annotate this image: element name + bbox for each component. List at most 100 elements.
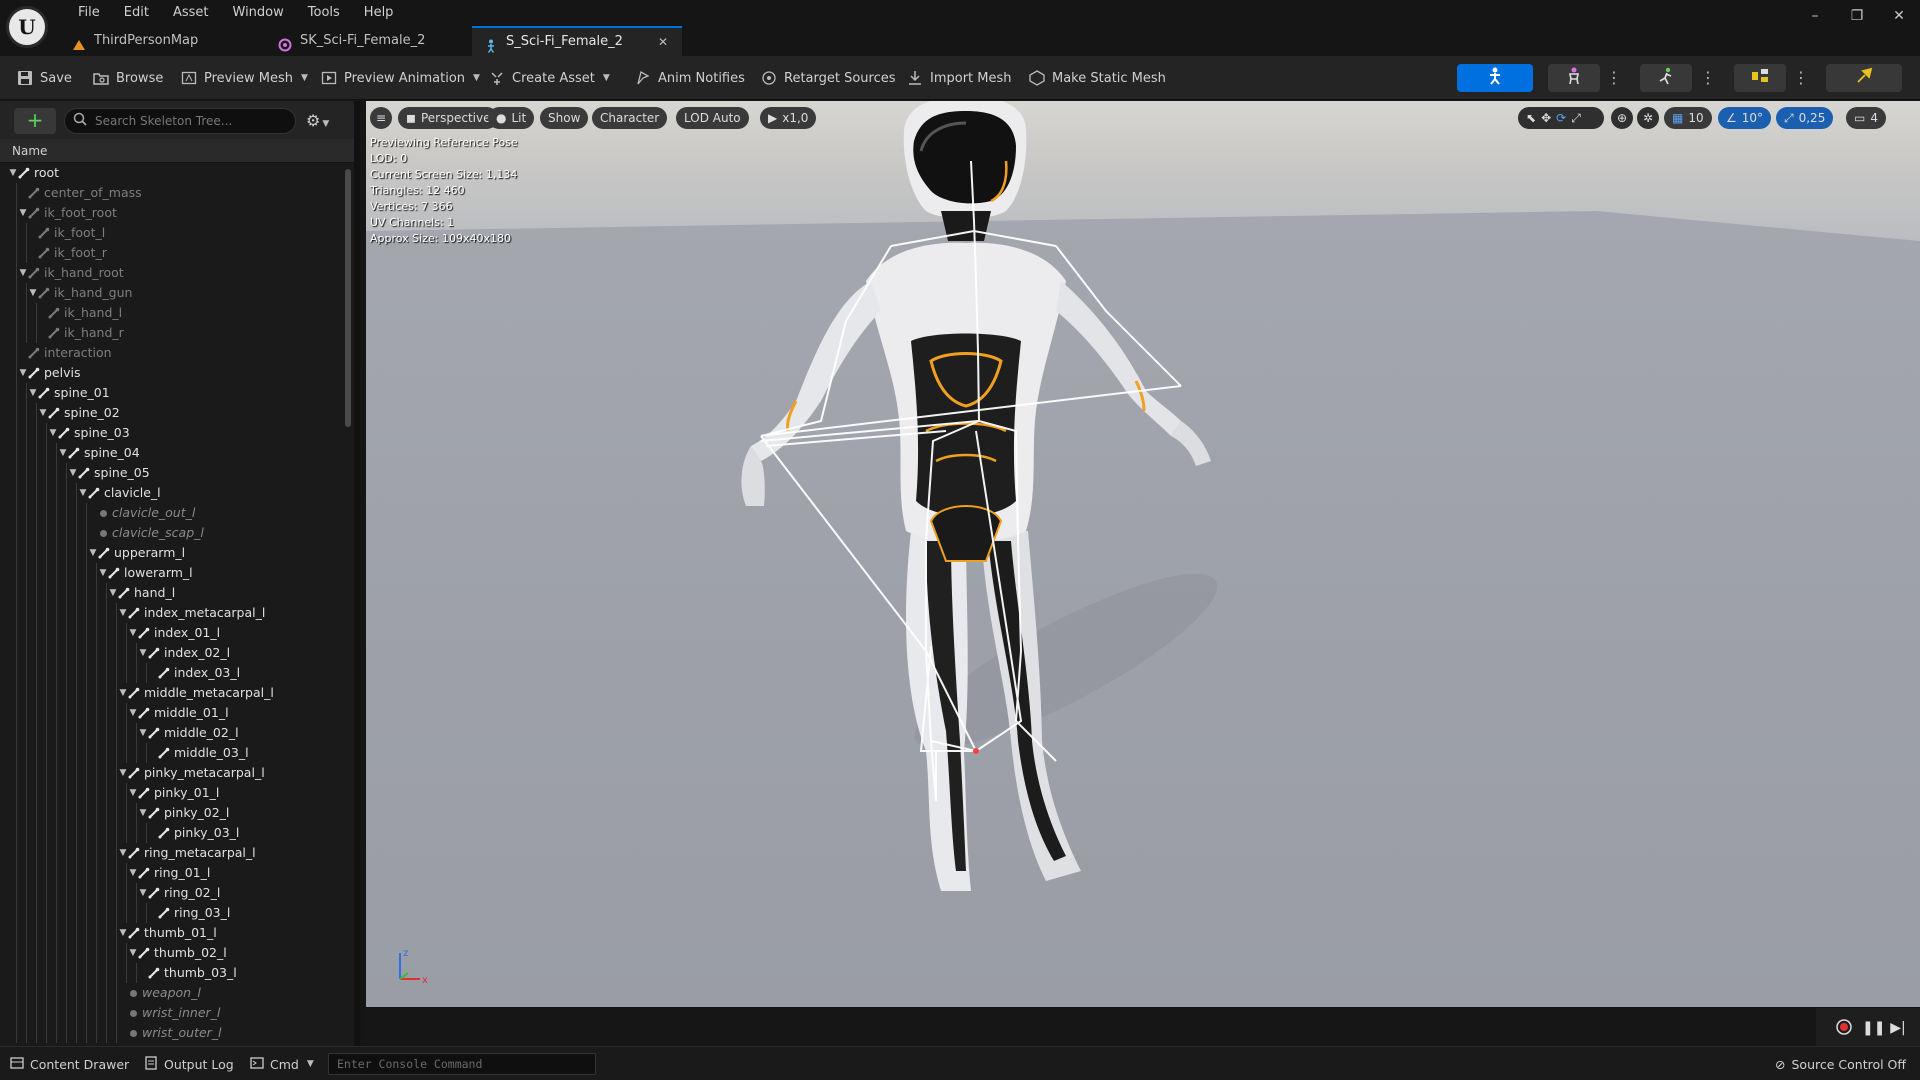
- physics-mode-button[interactable]: [1826, 64, 1902, 92]
- bone-row[interactable]: ▼ middle_metacarpal_l: [0, 683, 340, 703]
- tree-settings-button[interactable]: ⚙ ▼: [306, 111, 329, 130]
- pause-button[interactable]: ❚❚: [1862, 1018, 1885, 1038]
- bone-row[interactable]: center_of_mass: [0, 183, 340, 203]
- mesh-mode-button[interactable]: [1548, 64, 1600, 92]
- cmd-button[interactable]: Cmd ▼: [250, 1053, 314, 1075]
- bone-row[interactable]: ▼ spine_03: [0, 423, 340, 443]
- close-window-icon[interactable]: ✕: [1878, 0, 1920, 32]
- character-button[interactable]: Character: [592, 107, 668, 129]
- expand-arrow-icon[interactable]: ▼: [118, 843, 128, 863]
- socket-row[interactable]: weapon_l: [0, 983, 340, 1003]
- expand-arrow-icon[interactable]: ▼: [128, 943, 138, 963]
- name-column-header[interactable]: Name: [0, 139, 354, 163]
- socket-row[interactable]: clavicle_scap_l: [0, 523, 340, 543]
- bone-row[interactable]: ▼ thumb_02_l: [0, 943, 340, 963]
- tree-scrollbar[interactable]: [345, 169, 351, 427]
- blueprint-mode-button[interactable]: [1734, 64, 1786, 92]
- scale-snap-button[interactable]: ⤢ 0,25: [1776, 107, 1834, 129]
- step-forward-button[interactable]: ▶|: [1888, 1018, 1908, 1038]
- bone-row[interactable]: ▼ root: [0, 163, 340, 183]
- expand-arrow-icon[interactable]: ▼: [118, 923, 128, 943]
- bone-row[interactable]: ▼ index_02_l: [0, 643, 340, 663]
- bone-row[interactable]: ▼ index_01_l: [0, 623, 340, 643]
- expand-arrow-icon[interactable]: ▼: [118, 763, 128, 783]
- close-tab-icon[interactable]: ✕: [658, 27, 668, 57]
- rotation-snap-button[interactable]: ∠ 10°: [1718, 107, 1772, 129]
- bone-row[interactable]: ▼ pinky_01_l: [0, 783, 340, 803]
- perspective-button[interactable]: ◼ Perspective: [398, 107, 499, 129]
- lod-button[interactable]: LOD Auto: [676, 107, 749, 129]
- bone-row[interactable]: ▼ lowerarm_l: [0, 563, 340, 583]
- retarget-sources-button[interactable]: Retarget Sources: [760, 64, 896, 92]
- bone-row[interactable]: ring_03_l: [0, 903, 340, 923]
- expand-arrow-icon[interactable]: ▼: [68, 463, 78, 483]
- scale-icon[interactable]: ⤢: [1571, 107, 1581, 129]
- bone-row[interactable]: ▼ pinky_02_l: [0, 803, 340, 823]
- tab-skeletal-mesh[interactable]: SK_Sci-Fi_Female_2: [266, 26, 472, 56]
- bone-row[interactable]: pinky_03_l: [0, 823, 340, 843]
- expand-arrow-icon[interactable]: ▼: [38, 403, 48, 423]
- unreal-logo-icon[interactable]: U: [6, 6, 48, 48]
- expand-arrow-icon[interactable]: ▼: [48, 423, 58, 443]
- animation-mode-button[interactable]: [1640, 64, 1692, 92]
- animation-mode-options-icon[interactable]: ⋮: [1700, 64, 1716, 92]
- surface-snap-button[interactable]: ✲: [1637, 107, 1659, 129]
- socket-row[interactable]: wrist_outer_l: [0, 1023, 340, 1043]
- skeleton-mode-button[interactable]: [1457, 64, 1533, 92]
- expand-arrow-icon[interactable]: ▼: [78, 483, 88, 503]
- bone-row[interactable]: thumb_03_l: [0, 963, 340, 983]
- bone-row[interactable]: ▼ middle_02_l: [0, 723, 340, 743]
- tab-skeleton[interactable]: S_Sci-Fi_Female_2 ✕: [472, 26, 682, 56]
- expand-arrow-icon[interactable]: ▼: [18, 263, 28, 283]
- expand-arrow-icon[interactable]: ▼: [18, 363, 28, 383]
- bone-row[interactable]: middle_03_l: [0, 743, 340, 763]
- play-rate-button[interactable]: ▶ x1,0: [760, 107, 817, 129]
- select-icon[interactable]: ⬉: [1526, 107, 1536, 129]
- bone-row[interactable]: ▼ hand_l: [0, 583, 340, 603]
- rotate-icon[interactable]: ⟳: [1556, 107, 1566, 129]
- record-button[interactable]: [1834, 1018, 1854, 1038]
- timeline-track[interactable]: [366, 1008, 1816, 1047]
- bone-row[interactable]: ▼ ik_hand_root: [0, 263, 340, 283]
- show-button[interactable]: Show: [540, 107, 589, 129]
- expand-arrow-icon[interactable]: ▼: [128, 703, 138, 723]
- bone-row[interactable]: ▼ thumb_01_l: [0, 923, 340, 943]
- socket-row[interactable]: clavicle_out_l: [0, 503, 340, 523]
- expand-arrow-icon[interactable]: ▼: [138, 883, 148, 903]
- tab-third-person-map[interactable]: ThirdPersonMap: [60, 26, 266, 56]
- expand-arrow-icon[interactable]: ▼: [138, 723, 148, 743]
- expand-arrow-icon[interactable]: ▼: [128, 863, 138, 883]
- bone-row[interactable]: ▼ ik_foot_root: [0, 203, 340, 223]
- view-mode-button[interactable]: ● Lit: [488, 107, 535, 129]
- bone-row[interactable]: ▼ spine_02: [0, 403, 340, 423]
- menu-asset[interactable]: Asset: [161, 3, 221, 23]
- menu-tools[interactable]: Tools: [296, 3, 352, 23]
- restore-icon[interactable]: ❐: [1836, 0, 1878, 32]
- preview-animation-button[interactable]: Preview Animation ▼: [320, 64, 480, 92]
- bone-row[interactable]: ▼ spine_01: [0, 383, 340, 403]
- bone-row[interactable]: ▼ middle_01_l: [0, 703, 340, 723]
- blueprint-mode-options-icon[interactable]: ⋮: [1793, 64, 1809, 92]
- expand-arrow-icon[interactable]: ▼: [58, 443, 68, 463]
- menu-window[interactable]: Window: [221, 3, 296, 23]
- bone-row[interactable]: ik_foot_r: [0, 243, 340, 263]
- bone-row[interactable]: ▼ index_metacarpal_l: [0, 603, 340, 623]
- viewport-options-button[interactable]: ≡: [370, 107, 392, 129]
- bone-row[interactable]: index_03_l: [0, 663, 340, 683]
- expand-arrow-icon[interactable]: ▼: [98, 563, 108, 583]
- expand-arrow-icon[interactable]: ▼: [118, 683, 128, 703]
- expand-arrow-icon[interactable]: ▼: [88, 543, 98, 563]
- expand-arrow-icon[interactable]: ▼: [8, 163, 18, 183]
- menu-edit[interactable]: Edit: [112, 3, 161, 23]
- expand-arrow-icon[interactable]: ▼: [18, 203, 28, 223]
- preview-mesh-button[interactable]: Preview Mesh ▼: [180, 64, 308, 92]
- bone-row[interactable]: ▼ pinky_metacarpal_l: [0, 763, 340, 783]
- bone-row[interactable]: ▼ spine_05: [0, 463, 340, 483]
- browse-button[interactable]: Browse: [92, 64, 163, 92]
- menu-help[interactable]: Help: [352, 3, 406, 23]
- anim-notifies-button[interactable]: Anim Notifies: [634, 64, 745, 92]
- make-static-mesh-button[interactable]: Make Static Mesh: [1028, 64, 1166, 92]
- skeleton-search-input[interactable]: [95, 114, 285, 128]
- bone-row[interactable]: ▼ ring_metacarpal_l: [0, 843, 340, 863]
- socket-row[interactable]: wrist_inner_l: [0, 1003, 340, 1023]
